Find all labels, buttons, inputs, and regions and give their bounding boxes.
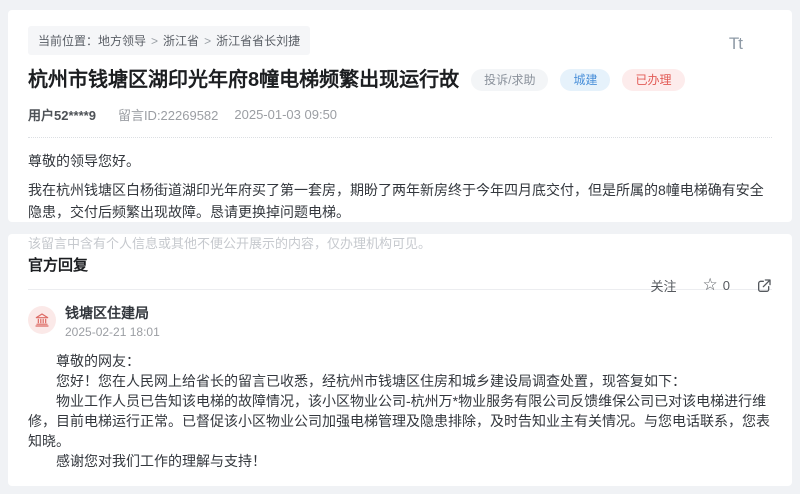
message-user: 用户52****9 [28,108,96,123]
star-count: 0 [722,278,730,294]
government-building-icon [34,312,50,328]
message-title: 杭州市钱塘区湖印光年府8幢电梯频繁出现运行故 [28,69,460,91]
message-body: 尊敬的领导您好。 我在杭州钱塘区白杨街道湖印光年府买了第一套房，期盼了两年新房终… [28,150,772,224]
follow-button[interactable]: 关注 [651,276,677,295]
message-timestamp: 2025-01-03 09:50 [234,107,338,122]
breadcrumb-separator: > [151,34,159,48]
breadcrumb-prefix: 当前位置： [38,34,99,48]
share-icon [756,278,772,294]
message-id: 留言ID:22269582 [117,108,219,123]
tag-status-resolved: 已办理 [622,69,685,91]
breadcrumb-item-province[interactable]: 浙江省 [163,34,199,48]
reply-paragraph: 您好！您在人民网上给省长的留言已收悉，经杭州市钱塘区住房和城乡建设局调查处置，现… [56,373,686,390]
share-button[interactable] [756,278,772,294]
reply-paragraph: 尊敬的网友： [56,353,140,370]
message-card: 当前位置：地方领导 > 浙江省 > 浙江省省长刘捷 Tt 杭州市钱塘区湖印光年府8幢电梯… [8,10,792,294]
official-reply-card: 官方回复 钱塘区住建局 2025-02-21 18:01 尊敬的网友： 您好！您… [8,234,792,486]
reply-timestamp: 2025-02-21 18:01 [65,325,160,340]
breadcrumb-item-local-leaders[interactable]: 地方领导 [98,34,146,48]
reply-paragraph: 感谢您对我们工作的理解与支持！ [56,453,266,470]
tag-category: 城建 [560,69,611,91]
tag-complaint-type: 投诉/求助 [471,69,549,91]
reply-body: 尊敬的网友： 您好！您在人民网上给省长的留言已收悉，经杭州市钱塘区住房和城乡建设… [28,351,772,471]
star-icon: ☆ [702,275,718,295]
agency-name: 钱塘区住建局 [65,305,149,321]
breadcrumb-separator: > [204,34,212,48]
font-size-toggle-icon[interactable]: Tt [729,34,743,54]
avatar [28,306,56,334]
breadcrumb-item-governor[interactable]: 浙江省省长刘捷 [216,34,300,48]
message-paragraph: 我在杭州钱塘区白杨街道湖印光年府买了第一套房，期盼了两年新房终于今年四月底交付，… [28,181,764,221]
breadcrumb: 当前位置：地方领导 > 浙江省 > 浙江省省长刘捷 [28,26,311,55]
message-paragraph: 尊敬的领导您好。 [28,153,140,169]
star-button[interactable]: ☆ 0 [702,275,730,295]
reply-paragraph: 物业工作人员已告知该电梯的故障情况，该小区物业公司-杭州万*物业服务有限公司反馈… [28,393,770,450]
